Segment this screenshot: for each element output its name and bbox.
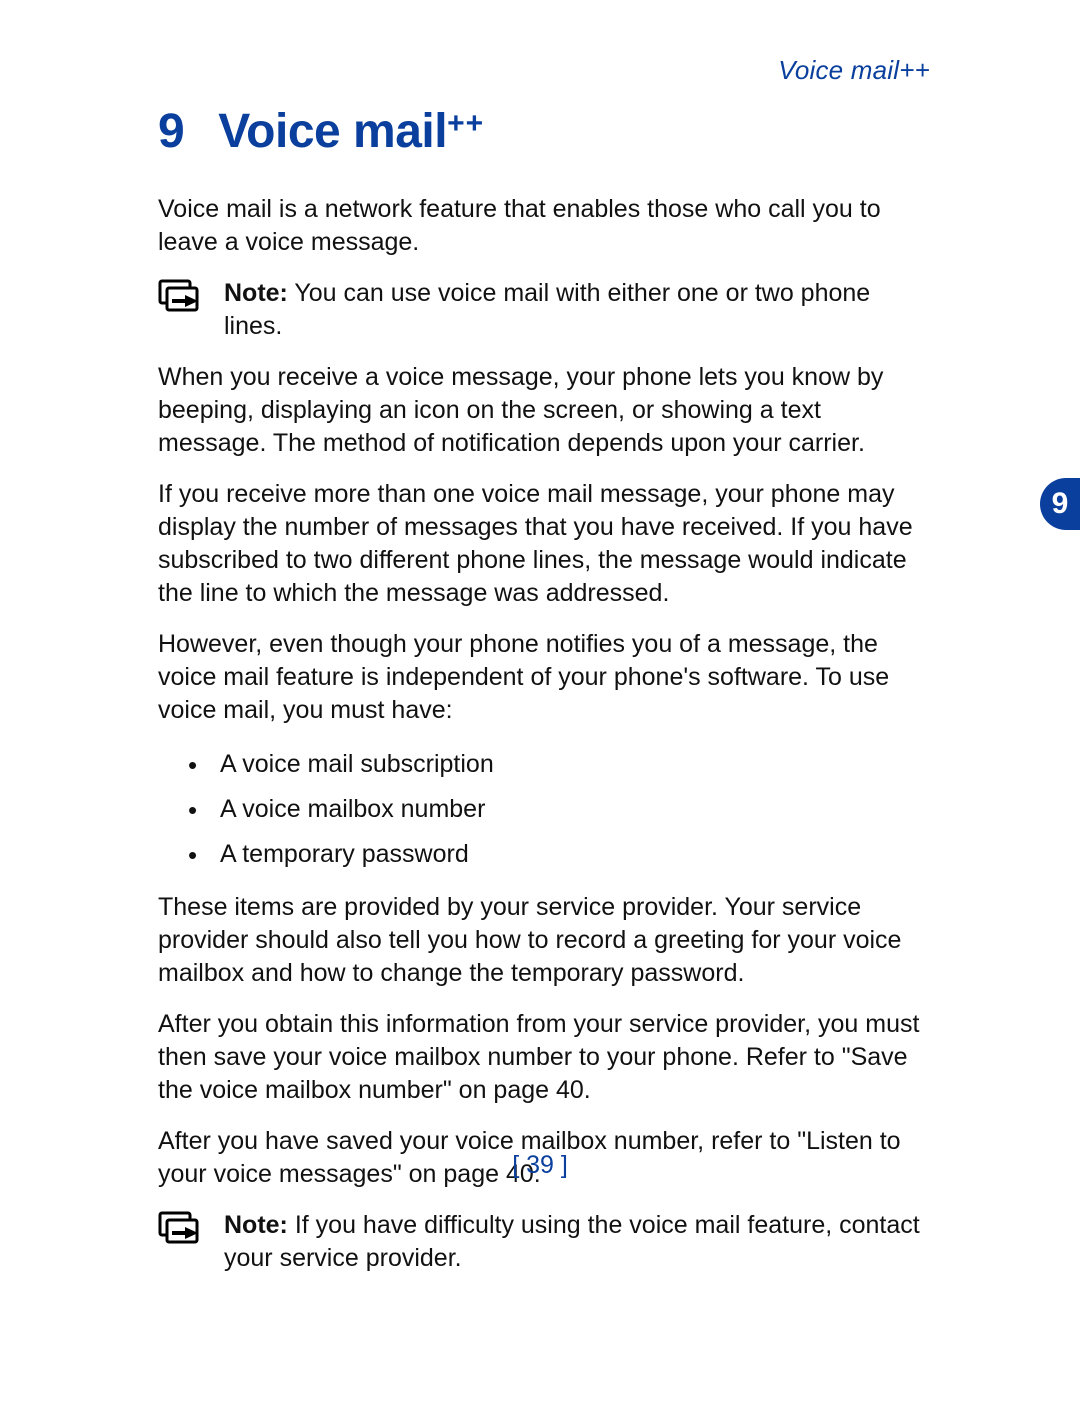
- running-head: Voice mail++: [158, 55, 930, 86]
- note-body-2: If you have difficulty using the voice m…: [224, 1211, 920, 1272]
- paragraph-6: After you obtain this information from y…: [158, 1008, 930, 1107]
- document-page: Voice mail++ 9 Voice mail++ Voice mail is…: [0, 0, 1080, 1412]
- requirements-list: A voice mail subscription A voice mailbo…: [158, 745, 930, 873]
- page-number: [ 39 ]: [0, 1151, 1080, 1180]
- note-arrow-icon: [158, 1211, 206, 1251]
- paragraph-3: If you receive more than one voice mail …: [158, 478, 930, 610]
- note-text-2: Note: If you have difficulty using the v…: [224, 1209, 930, 1275]
- paragraph-intro: Voice mail is a network feature that ena…: [158, 193, 930, 259]
- note-block-1: Note: You can use voice mail with either…: [158, 277, 930, 343]
- chapter-title: 9 Voice mail++: [158, 104, 930, 159]
- note-arrow-icon: [158, 279, 206, 319]
- note-block-2: Note: If you have difficulty using the v…: [158, 1209, 930, 1275]
- list-item: A voice mail subscription: [158, 745, 930, 784]
- note-body-1: You can use voice mail with either one o…: [224, 279, 870, 340]
- chapter-name: Voice mail: [218, 105, 447, 158]
- note-label: Note:: [224, 279, 288, 307]
- paragraph-4: However, even though your phone notifies…: [158, 628, 930, 727]
- paragraph-2: When you receive a voice message, your p…: [158, 361, 930, 460]
- chapter-suffix: ++: [447, 107, 484, 140]
- note-label: Note:: [224, 1211, 288, 1239]
- list-item: A temporary password: [158, 835, 930, 874]
- list-item: A voice mailbox number: [158, 790, 930, 829]
- note-text-1: Note: You can use voice mail with either…: [224, 277, 930, 343]
- paragraph-5: These items are provided by your service…: [158, 891, 930, 990]
- chapter-number: 9: [158, 104, 184, 159]
